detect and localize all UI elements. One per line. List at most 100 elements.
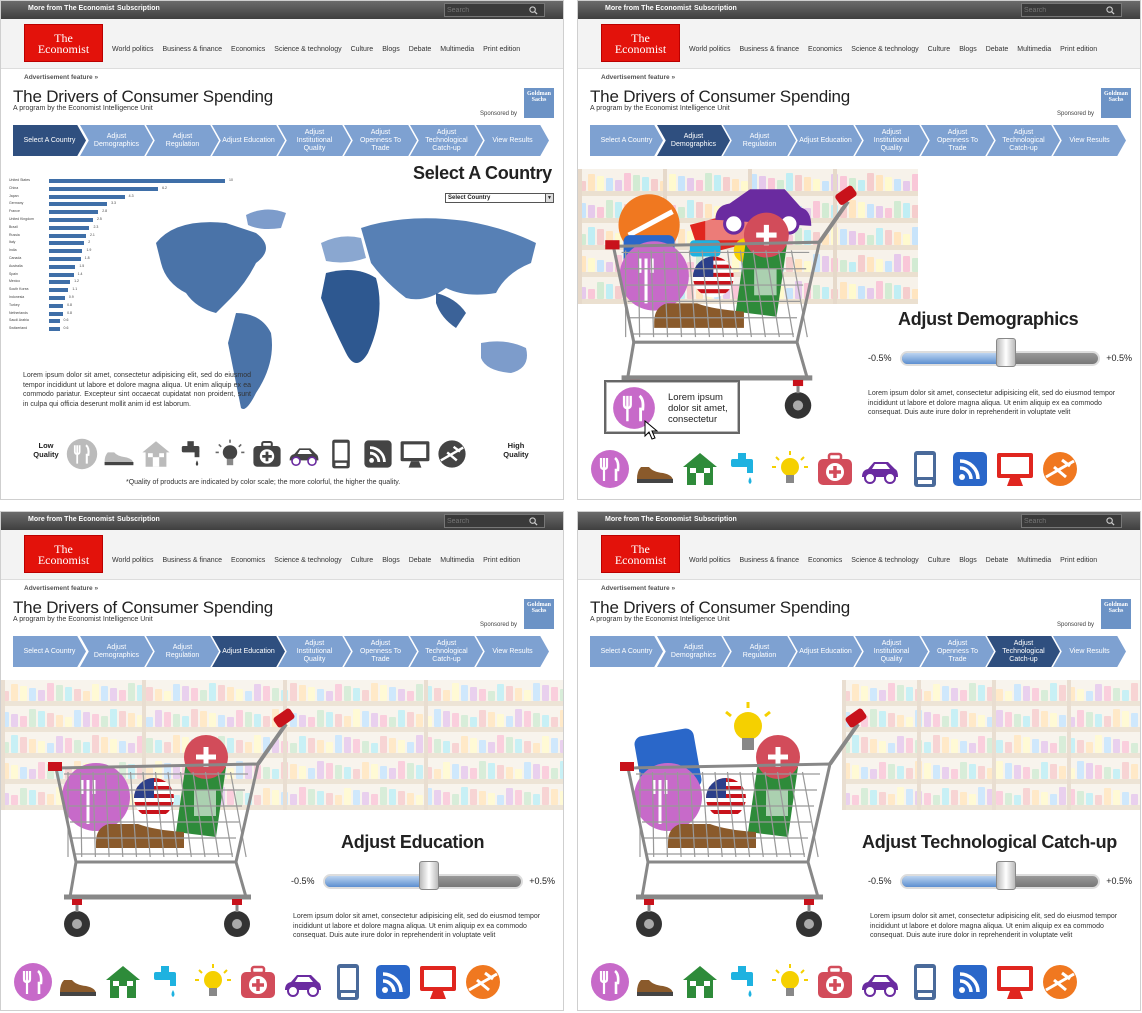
more-from-link[interactable]: More from The Economist — [28, 516, 114, 523]
step-tab[interactable]: Adjust Demographics — [80, 125, 153, 156]
nav-link[interactable]: Business & finance — [163, 557, 223, 564]
bar-row[interactable]: Indonesia 0.9 — [9, 295, 243, 303]
step-tab[interactable]: Adjust Institutional Quality — [855, 125, 928, 156]
nav-link[interactable]: Print edition — [1060, 46, 1097, 53]
bar-row[interactable]: South Korea 1.1 — [9, 287, 243, 295]
nav-link[interactable]: Debate — [986, 557, 1009, 564]
rss-icon[interactable] — [950, 962, 990, 1002]
nav-link[interactable]: Multimedia — [1017, 46, 1051, 53]
lightbulb-icon[interactable] — [193, 962, 233, 1002]
search-icon[interactable] — [529, 6, 538, 15]
bar-row[interactable]: Brazil 2.3 — [9, 225, 243, 233]
search-input[interactable] — [447, 5, 525, 15]
advertisement-feature-label[interactable]: Advertisement feature » — [24, 74, 98, 81]
nav-link[interactable]: Multimedia — [1017, 557, 1051, 564]
step-tab[interactable]: Adjust Openness To Trade — [921, 125, 994, 156]
subscription-link[interactable]: Subscription — [117, 516, 160, 523]
step-tab[interactable]: Adjust Technological Catch-up — [987, 636, 1060, 667]
step-tab[interactable]: View Results — [476, 125, 549, 156]
nav-link[interactable]: World politics — [689, 557, 731, 564]
bar[interactable] — [49, 179, 225, 183]
step-tab[interactable]: Adjust Education — [789, 125, 862, 156]
nav-link[interactable]: Business & finance — [740, 46, 800, 53]
utensils-icon[interactable] — [13, 962, 53, 1002]
medkit-icon[interactable] — [815, 962, 855, 1002]
phone-icon[interactable] — [905, 962, 945, 1002]
bar[interactable] — [49, 295, 65, 300]
medkit-icon[interactable] — [238, 962, 278, 1002]
bar[interactable] — [49, 264, 76, 269]
bar-row[interactable]: Mexico 1.2 — [9, 279, 243, 287]
monitor-icon[interactable] — [995, 962, 1035, 1002]
car-icon[interactable] — [283, 962, 323, 1002]
impact-slider[interactable]: -0.5% +0.5% — [291, 861, 555, 897]
faucet-icon[interactable] — [177, 438, 209, 470]
step-tab[interactable]: Adjust Technological Catch-up — [410, 636, 483, 667]
bar-row[interactable]: Turkey 0.8 — [9, 303, 243, 311]
bar-row[interactable]: China 6.2 — [9, 186, 243, 194]
sponsor-logo[interactable]: Goldman Sachs — [1101, 599, 1131, 629]
step-tab[interactable]: Adjust Technological Catch-up — [987, 125, 1060, 156]
nav-link[interactable]: Debate — [409, 557, 432, 564]
step-tab[interactable]: Adjust Education — [212, 636, 285, 667]
advertisement-feature-label[interactable]: Advertisement feature » — [24, 585, 98, 592]
nav-link[interactable]: Economics — [808, 46, 842, 53]
shoe-icon[interactable] — [635, 962, 675, 1002]
economist-logo[interactable]: The Economist — [601, 535, 680, 573]
nav-link[interactable]: Science & technology — [274, 557, 341, 564]
nav-link[interactable]: Business & finance — [163, 46, 223, 53]
rss-icon[interactable] — [950, 449, 990, 489]
faucet-icon[interactable] — [725, 449, 765, 489]
bar-row[interactable]: Saudi Arabia 0.6 — [9, 318, 243, 326]
sponsor-logo[interactable]: Goldman Sachs — [524, 88, 554, 118]
step-tab[interactable]: Adjust Institutional Quality — [278, 125, 351, 156]
sponsor-logo[interactable]: Goldman Sachs — [1101, 88, 1131, 118]
search-input[interactable] — [1024, 5, 1102, 15]
bar[interactable] — [49, 194, 125, 199]
house-icon[interactable] — [680, 962, 720, 1002]
bar[interactable] — [49, 280, 71, 285]
step-tab[interactable]: Adjust Openness To Trade — [921, 636, 994, 667]
nav-link[interactable]: Debate — [409, 46, 432, 53]
advertisement-feature-label[interactable]: Advertisement feature » — [601, 74, 675, 81]
bar-row[interactable]: Russia 2.1 — [9, 233, 243, 241]
step-tab[interactable]: Adjust Demographics — [657, 636, 730, 667]
nav-link[interactable]: Business & finance — [740, 557, 800, 564]
more-from-link[interactable]: More from The Economist — [28, 5, 114, 12]
phone-icon[interactable] — [328, 962, 368, 1002]
economist-logo[interactable]: The Economist — [24, 535, 103, 573]
medkit-icon[interactable] — [251, 438, 283, 470]
step-tab[interactable]: Adjust Openness To Trade — [344, 125, 417, 156]
nav-link[interactable]: Print edition — [483, 557, 520, 564]
rss-icon[interactable] — [362, 438, 394, 470]
search-box[interactable] — [444, 3, 545, 17]
bar[interactable] — [49, 241, 85, 246]
economist-logo[interactable]: The Economist — [24, 24, 103, 62]
search-input[interactable] — [447, 516, 525, 526]
car-icon[interactable] — [288, 438, 320, 470]
bar[interactable] — [49, 288, 69, 293]
impact-slider[interactable]: -0.5% +0.5% — [868, 861, 1132, 897]
step-tab[interactable]: Adjust Regulation — [146, 636, 219, 667]
step-tab[interactable]: Adjust Technological Catch-up — [410, 125, 483, 156]
step-tab[interactable]: Adjust Demographics — [657, 125, 730, 156]
step-tab[interactable]: Select A Country — [13, 125, 86, 156]
nav-link[interactable]: Multimedia — [440, 557, 474, 564]
bar[interactable] — [49, 272, 74, 277]
subscription-link[interactable]: Subscription — [694, 516, 737, 523]
step-tab[interactable]: Adjust Education — [212, 125, 285, 156]
house-icon[interactable] — [140, 438, 172, 470]
nav-link[interactable]: Science & technology — [274, 46, 341, 53]
bar-row[interactable]: Japan 4.3 — [9, 194, 243, 202]
advertisement-feature-label[interactable]: Advertisement feature » — [601, 585, 675, 592]
bar-row[interactable]: Italy 2 — [9, 240, 243, 248]
step-tab[interactable]: Adjust Institutional Quality — [855, 636, 928, 667]
bar[interactable] — [49, 256, 81, 261]
slider-handle[interactable] — [419, 861, 439, 890]
step-tab[interactable]: View Results — [1053, 636, 1126, 667]
nav-link[interactable]: Science & technology — [851, 557, 918, 564]
shoe-icon[interactable] — [58, 962, 98, 1002]
economist-logo[interactable]: The Economist — [601, 24, 680, 62]
plane-icon[interactable] — [436, 438, 468, 470]
lightbulb-icon[interactable] — [770, 962, 810, 1002]
